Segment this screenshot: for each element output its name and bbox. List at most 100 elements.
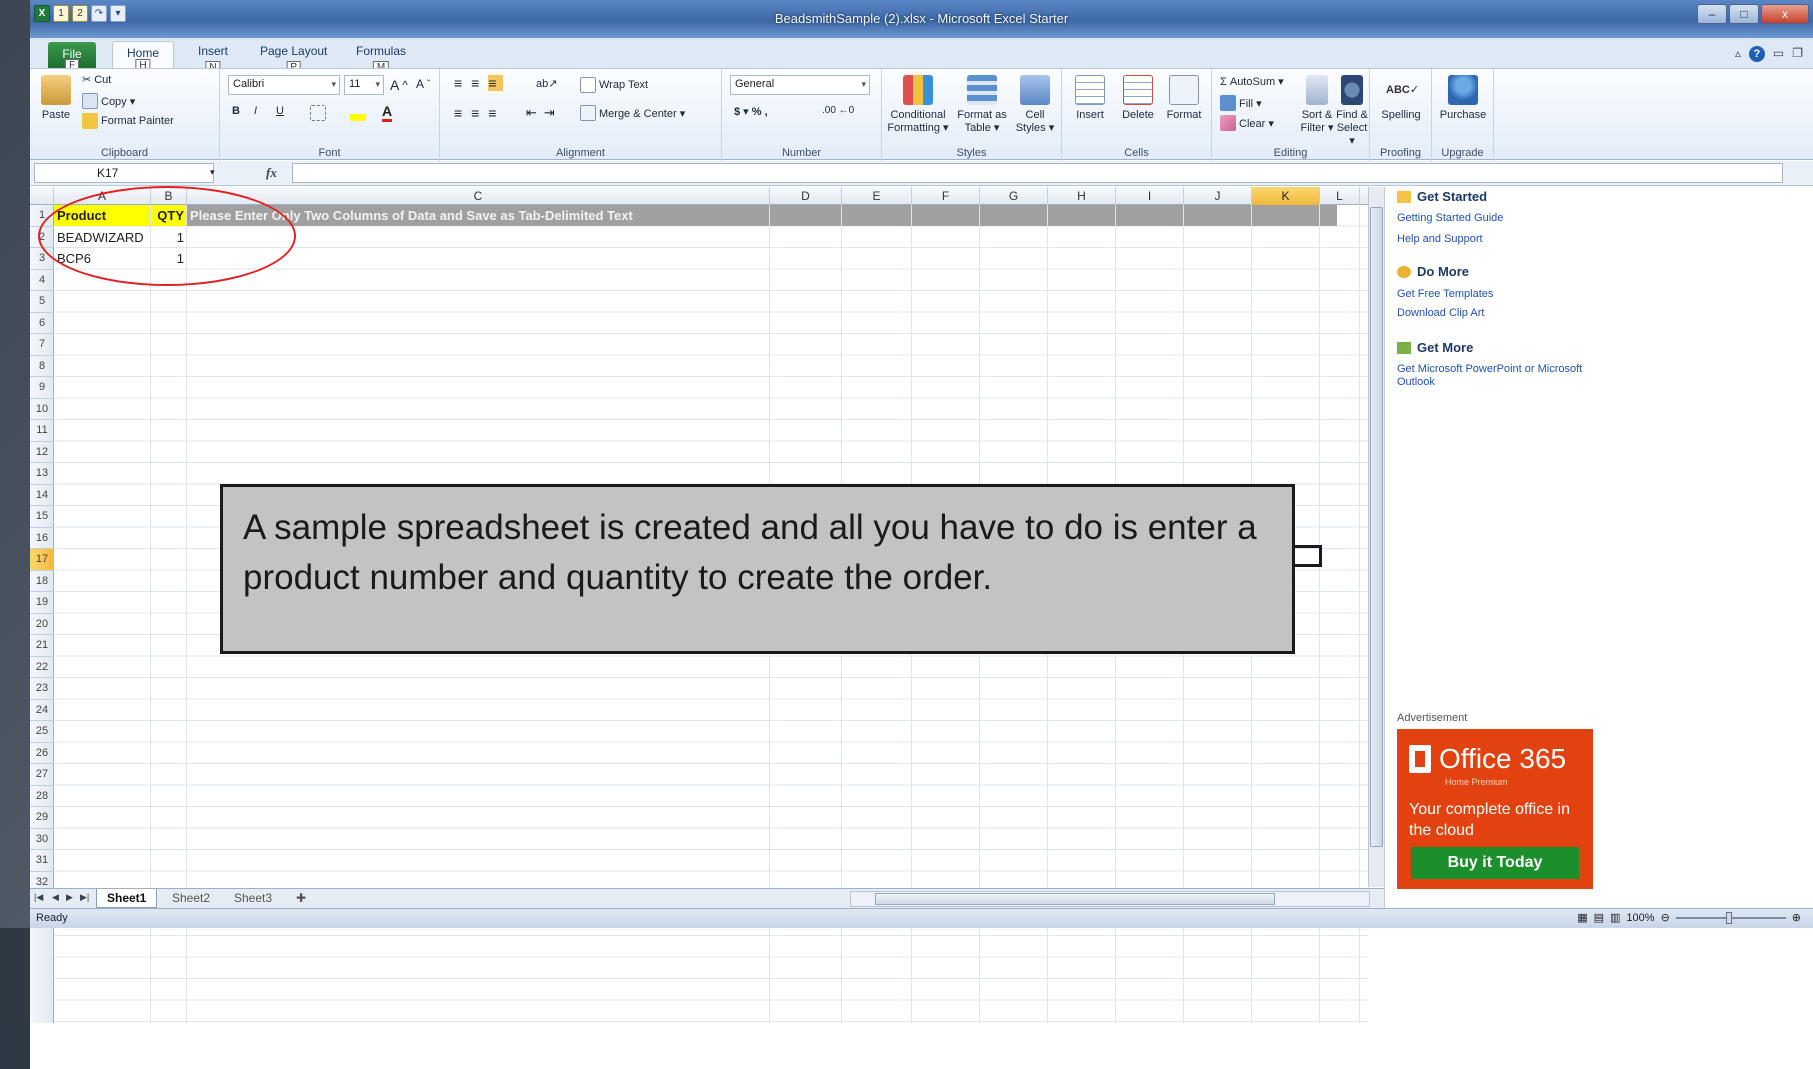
row-header-31[interactable]: 31 (30, 850, 54, 872)
sort-filter-button[interactable]: Sort & Filter ▾ (1300, 75, 1334, 135)
column-header-c[interactable]: C (187, 187, 770, 205)
row-header-24[interactable]: 24 (30, 700, 54, 721)
first-sheet-icon[interactable]: |◀ (34, 892, 43, 903)
row-header-22[interactable]: 22 (30, 657, 54, 678)
minimize-button[interactable]: – (1697, 4, 1727, 24)
doc-minimize-icon[interactable]: ▭ (1773, 46, 1784, 62)
bold-button[interactable]: B (232, 105, 240, 117)
clear-button[interactable]: Clear ▾ (1220, 115, 1274, 131)
select-all-corner[interactable] (30, 187, 54, 205)
tab-formulas[interactable]: Formulas M (356, 44, 406, 75)
help-support-link[interactable]: Help and Support (1397, 233, 1597, 246)
vertical-align-buttons[interactable]: ≡ ≡ ≡ (454, 75, 503, 91)
row-header-29[interactable]: 29 (30, 807, 54, 829)
row-header-17[interactable]: 17 (30, 549, 54, 571)
row-header-14[interactable]: 14 (30, 485, 54, 506)
maximize-button[interactable]: □ (1729, 4, 1759, 24)
office365-ad[interactable]: Office 365 Home Premium Your complete of… (1397, 729, 1593, 889)
row-header-9[interactable]: 9 (30, 377, 54, 399)
buy-it-today-button[interactable]: Buy it Today (1411, 847, 1579, 879)
zoom-level[interactable]: 100% (1626, 912, 1654, 924)
spelling-button[interactable]: ABC✓ Spelling (1376, 75, 1426, 122)
zoom-slider-knob[interactable] (1725, 911, 1732, 924)
horizontal-align-buttons[interactable]: ≡ ≡ ≡ (454, 105, 503, 121)
row-header-8[interactable]: 8 (30, 356, 54, 377)
cell-c1[interactable]: Please Enter Only Two Columns of Data an… (187, 205, 1337, 226)
row-header-26[interactable]: 26 (30, 743, 54, 764)
formula-input[interactable] (292, 163, 1783, 183)
number-format-select[interactable]: General ▾ (730, 75, 870, 95)
decimal-buttons[interactable]: .00 ←0 (822, 105, 854, 116)
zoom-out-icon[interactable]: ⊖ (1661, 911, 1670, 924)
borders-button[interactable] (310, 105, 326, 121)
accounting-format-button[interactable]: $ ▾ % , (734, 105, 768, 118)
format-cells-button[interactable]: Format (1162, 75, 1206, 122)
tab-page-layout[interactable]: Page Layout P (260, 44, 327, 75)
column-header-g[interactable]: G (980, 187, 1048, 205)
purchase-button[interactable]: Purchase (1438, 75, 1488, 122)
find-select-button[interactable]: Find & Select ▾ (1336, 75, 1368, 148)
row-header-12[interactable]: 12 (30, 442, 54, 463)
indent-buttons[interactable]: ⇤ ⇥ (526, 105, 559, 121)
normal-view-icon[interactable]: ▦ (1577, 911, 1587, 924)
italic-button[interactable]: I (254, 105, 257, 117)
orientation-button[interactable]: ab↗ (536, 77, 557, 90)
column-header-f[interactable]: F (912, 187, 980, 205)
shrink-font-button[interactable]: Aˇ (416, 77, 430, 91)
row-header-16[interactable]: 16 (30, 528, 54, 549)
underline-button[interactable]: U (276, 105, 284, 117)
font-color-button[interactable]: A (382, 103, 393, 122)
doc-restore-icon[interactable]: ❐ (1792, 46, 1803, 62)
row-header-5[interactable]: 5 (30, 291, 54, 313)
minimize-ribbon-icon[interactable]: ▵ (1735, 46, 1741, 62)
cut-button[interactable]: ✂ Cut (82, 73, 111, 87)
row-header-11[interactable]: 11 (30, 420, 54, 442)
font-name-select[interactable]: Calibri ▾ (228, 75, 340, 95)
column-header-i[interactable]: I (1116, 187, 1184, 205)
insert-sheet-icon[interactable]: ✚ (286, 889, 316, 908)
row-header-4[interactable]: 4 (30, 270, 54, 291)
grow-font-button[interactable]: A ^ (390, 77, 408, 93)
row-header-7[interactable]: 7 (30, 334, 54, 356)
column-header-l[interactable]: L (1320, 187, 1360, 205)
last-sheet-icon[interactable]: ▶| (80, 892, 89, 903)
close-button[interactable]: x (1761, 4, 1809, 24)
column-header-h[interactable]: H (1048, 187, 1116, 205)
row-header-27[interactable]: 27 (30, 764, 54, 786)
sheet-tab-sheet2[interactable]: Sheet2 (162, 889, 220, 908)
tab-home[interactable]: Home H (112, 41, 175, 73)
row-header-23[interactable]: 23 (30, 678, 54, 700)
copy-button[interactable]: Copy ▾ (82, 93, 135, 109)
conditional-formatting-button[interactable]: Conditional Formatting ▾ (886, 75, 950, 135)
horizontal-scroll-thumb[interactable] (875, 893, 1275, 905)
vertical-scroll-thumb[interactable] (1370, 207, 1383, 847)
autosum-button[interactable]: Σ AutoSum ▾ (1220, 75, 1284, 88)
cell-styles-button[interactable]: Cell Styles ▾ (1012, 75, 1058, 135)
zoom-slider[interactable] (1675, 911, 1786, 924)
row-header-15[interactable]: 15 (30, 506, 54, 528)
row-header-10[interactable]: 10 (30, 399, 54, 420)
clip-art-link[interactable]: Download Clip Art (1397, 307, 1597, 320)
column-header-d[interactable]: D (770, 187, 842, 205)
delete-cells-button[interactable]: Delete (1116, 75, 1160, 122)
prev-sheet-icon[interactable]: ◀ (52, 892, 59, 903)
name-box-dropdown-icon[interactable]: ▾ (210, 167, 215, 178)
fill-color-button[interactable] (350, 105, 366, 121)
next-sheet-icon[interactable]: ▶ (66, 892, 73, 903)
format-as-table-button[interactable]: Format as Table ▾ (954, 75, 1010, 135)
row-header-18[interactable]: 18 (30, 571, 54, 592)
getting-started-guide-link[interactable]: Getting Started Guide (1397, 212, 1597, 225)
merge-center-button[interactable]: Merge & Center ▾ (580, 105, 685, 121)
tab-insert[interactable]: Insert N (198, 44, 228, 75)
free-templates-link[interactable]: Get Free Templates (1397, 288, 1597, 301)
sheet-tab-sheet1[interactable]: Sheet1 (96, 889, 158, 908)
insert-cells-button[interactable]: Insert (1068, 75, 1112, 122)
vertical-scrollbar[interactable] (1368, 187, 1384, 887)
zoom-in-icon[interactable]: ⊕ (1792, 911, 1801, 924)
fill-button[interactable]: Fill ▾ (1220, 95, 1262, 111)
name-box[interactable]: K17 (34, 163, 214, 183)
row-header-28[interactable]: 28 (30, 786, 54, 807)
column-header-k[interactable]: K (1252, 187, 1320, 205)
row-header-6[interactable]: 6 (30, 313, 54, 334)
format-painter-button[interactable]: Format Painter (82, 113, 174, 129)
